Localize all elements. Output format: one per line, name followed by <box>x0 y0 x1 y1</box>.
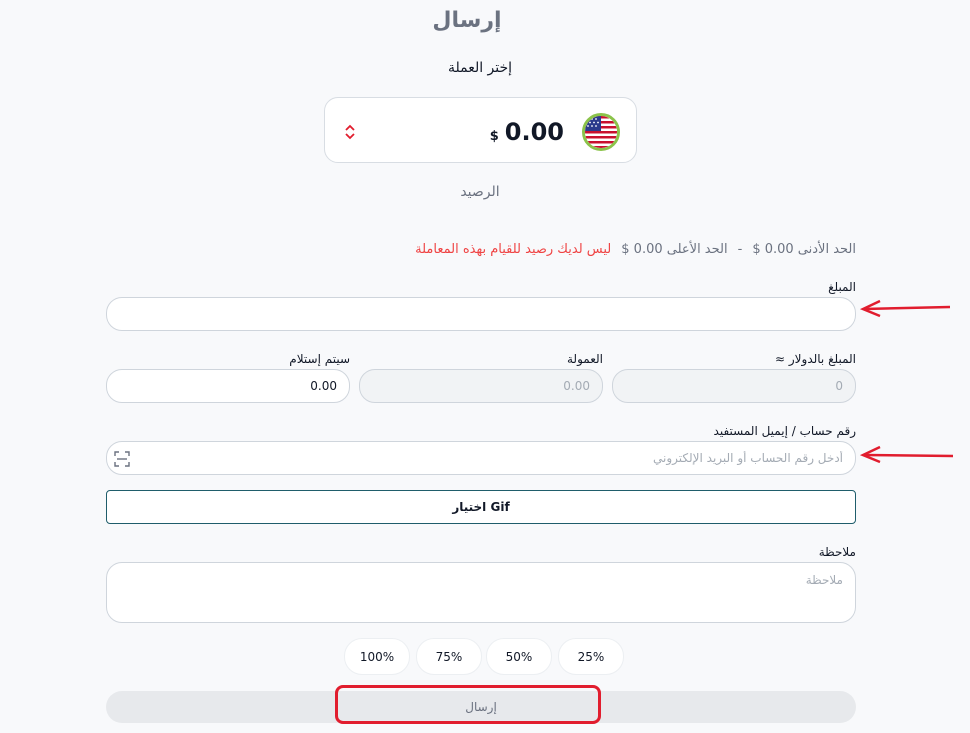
recipient-input[interactable] <box>106 441 856 475</box>
page-title: إرسال <box>432 8 502 33</box>
amount-label: المبلغ <box>828 280 856 294</box>
balance-label: الرصيد <box>460 184 500 200</box>
usd-amount-input <box>612 369 856 403</box>
min-limit: الحد الأدنى 0.00 $ <box>752 241 856 257</box>
insufficient-balance-error: ليس لديك رصيد للقيام بهذه المعاملة <box>415 241 612 257</box>
usd-amount-label: المبلغ بالدولار ≈ <box>775 352 856 366</box>
scan-icon[interactable] <box>114 451 130 467</box>
percent-button-25[interactable]: 25% <box>558 638 624 675</box>
limits-separator: - <box>737 241 743 257</box>
choose-gif-button[interactable]: اختيار Gif <box>106 490 856 524</box>
currency-symbol: $ <box>489 129 499 144</box>
commission-label: العمولة <box>566 352 603 366</box>
submit-button[interactable]: إرسال <box>106 691 856 723</box>
annotation-arrow-amount <box>859 299 951 318</box>
balance-amount: $ 0.00 <box>490 118 564 146</box>
percent-button-75[interactable]: 75% <box>416 638 482 675</box>
up-down-chevron-icon[interactable] <box>343 122 357 142</box>
commission-input <box>359 369 603 403</box>
currency-selector[interactable]: $ 0.00 <box>324 97 637 163</box>
annotation-arrow-recipient <box>859 445 954 464</box>
receive-label: سيتم إستلام <box>289 352 350 366</box>
balance-value: 0.00 <box>504 118 564 146</box>
note-label: ملاحظة <box>818 545 856 559</box>
note-textarea[interactable] <box>106 562 856 623</box>
receive-amount-input[interactable] <box>106 369 350 403</box>
currency-label: إختر العملة <box>447 60 513 76</box>
recipient-label: رقم حساب / إيميل المستفيد <box>713 424 856 438</box>
percent-button-100[interactable]: 100% <box>344 638 410 675</box>
percent-button-50[interactable]: 50% <box>486 638 552 675</box>
amount-input[interactable] <box>106 297 856 331</box>
us-flag-icon <box>582 113 620 151</box>
limits-row: الحد الأدنى 0.00 $ - الحد الأعلى 0.00 $ … <box>106 240 856 258</box>
max-limit: الحد الأعلى 0.00 $ <box>621 241 728 257</box>
